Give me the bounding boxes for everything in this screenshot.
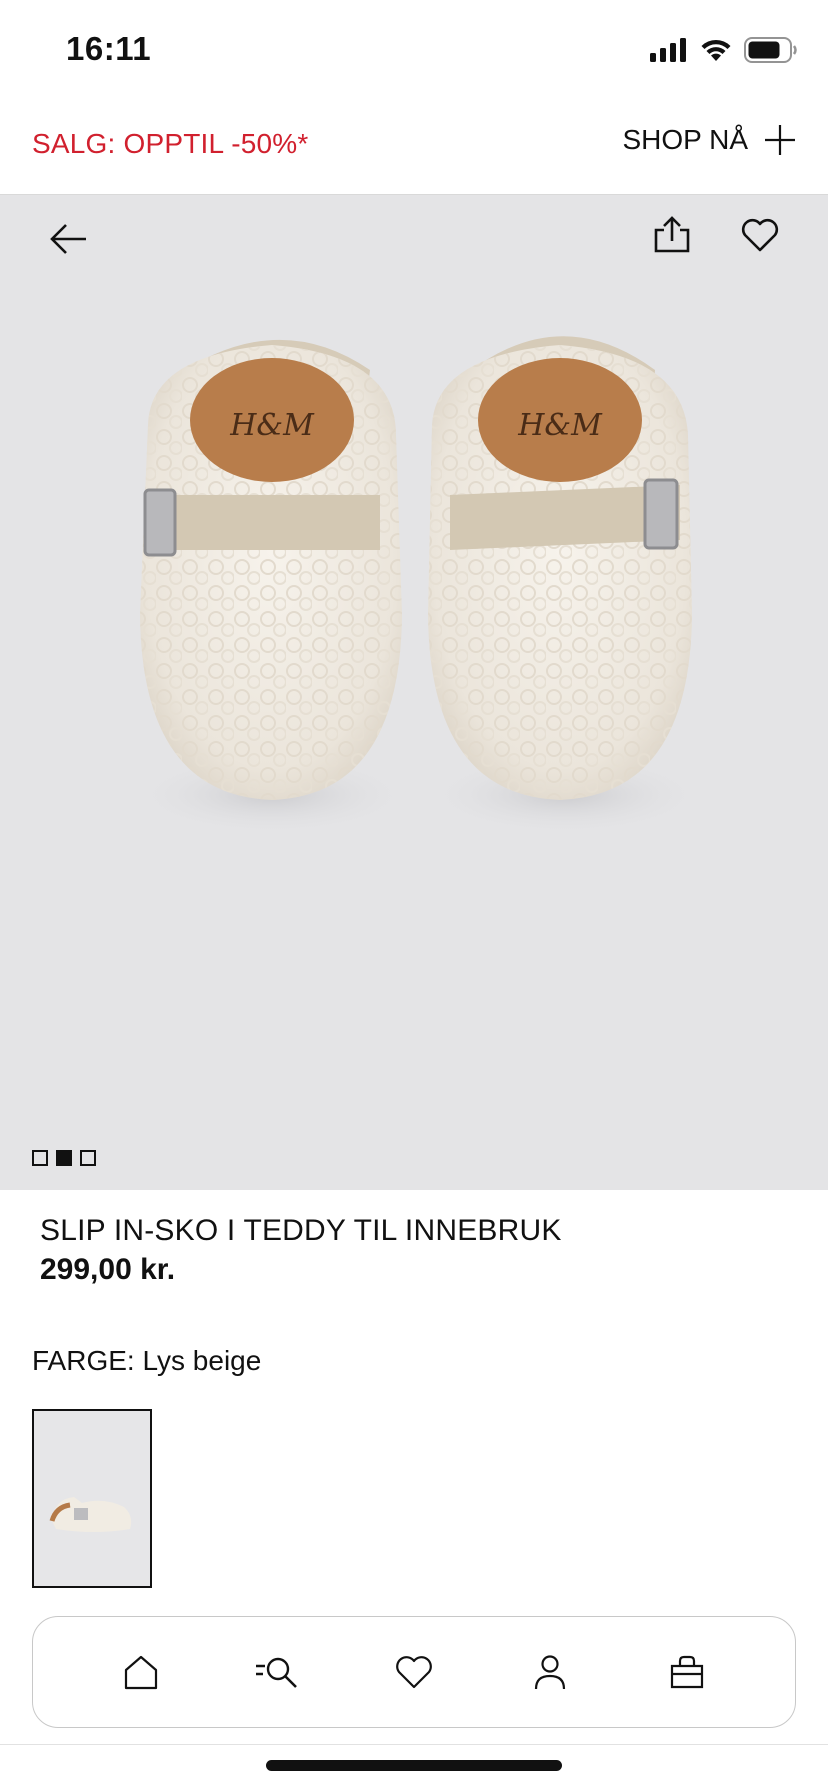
nav-favorites[interactable] <box>390 1648 438 1696</box>
product-price: 299,00 kr. <box>40 1253 176 1286</box>
color-row: FARGE: Lys beige <box>32 1345 261 1377</box>
divider <box>0 1744 828 1745</box>
battery-icon <box>744 37 797 63</box>
shop-now-label: SHOP NÅ <box>622 124 748 155</box>
heart-icon <box>396 1656 432 1689</box>
pager-dot-active[interactable] <box>56 1150 72 1166</box>
swatch-thumbnail <box>34 1411 150 1586</box>
image-pager[interactable] <box>32 1150 96 1166</box>
status-bar: 16:11 <box>0 0 828 100</box>
product-image-gallery[interactable]: H&M H&M <box>0 195 828 1190</box>
nav-home[interactable] <box>117 1648 165 1696</box>
svg-text:H&M: H&M <box>517 408 603 443</box>
search-icon <box>255 1657 297 1688</box>
share-icon <box>654 216 690 253</box>
status-icons <box>650 32 798 68</box>
color-value: Lys beige <box>142 1345 262 1376</box>
bottom-nav <box>32 1616 796 1728</box>
user-icon <box>535 1655 566 1690</box>
signal-icon <box>650 38 686 62</box>
nav-bag[interactable] <box>663 1648 711 1696</box>
svg-text:H&M: H&M <box>229 408 315 443</box>
nav-account[interactable] <box>526 1648 574 1696</box>
home-icon <box>125 1655 158 1690</box>
status-time: 16:11 <box>66 30 152 67</box>
pager-dot[interactable] <box>80 1150 96 1166</box>
color-label: FARGE: <box>32 1345 135 1376</box>
nav-search[interactable] <box>254 1648 302 1696</box>
color-swatch-selected[interactable] <box>32 1409 152 1588</box>
wifi-icon <box>701 39 731 61</box>
bag-icon <box>670 1655 703 1689</box>
heart-icon <box>741 218 779 252</box>
arrow-left-icon <box>50 224 86 254</box>
shop-now-link[interactable]: SHOP NÅ <box>622 124 796 156</box>
home-indicator <box>266 1760 562 1771</box>
promo-bar: SALG: OPPTIL -50%* SHOP NÅ <box>0 100 828 195</box>
plus-icon <box>765 125 795 155</box>
favorite-button[interactable] <box>740 215 780 255</box>
share-button[interactable] <box>652 215 692 255</box>
pager-dot[interactable] <box>32 1150 48 1166</box>
promo-sale-text[interactable]: SALG: OPPTIL -50%* <box>32 128 308 160</box>
back-button[interactable] <box>46 217 90 261</box>
product-photo: H&M H&M <box>132 336 705 835</box>
product-name: SLIP IN-SKO I TEDDY TIL INNEBRUK <box>40 1214 562 1247</box>
